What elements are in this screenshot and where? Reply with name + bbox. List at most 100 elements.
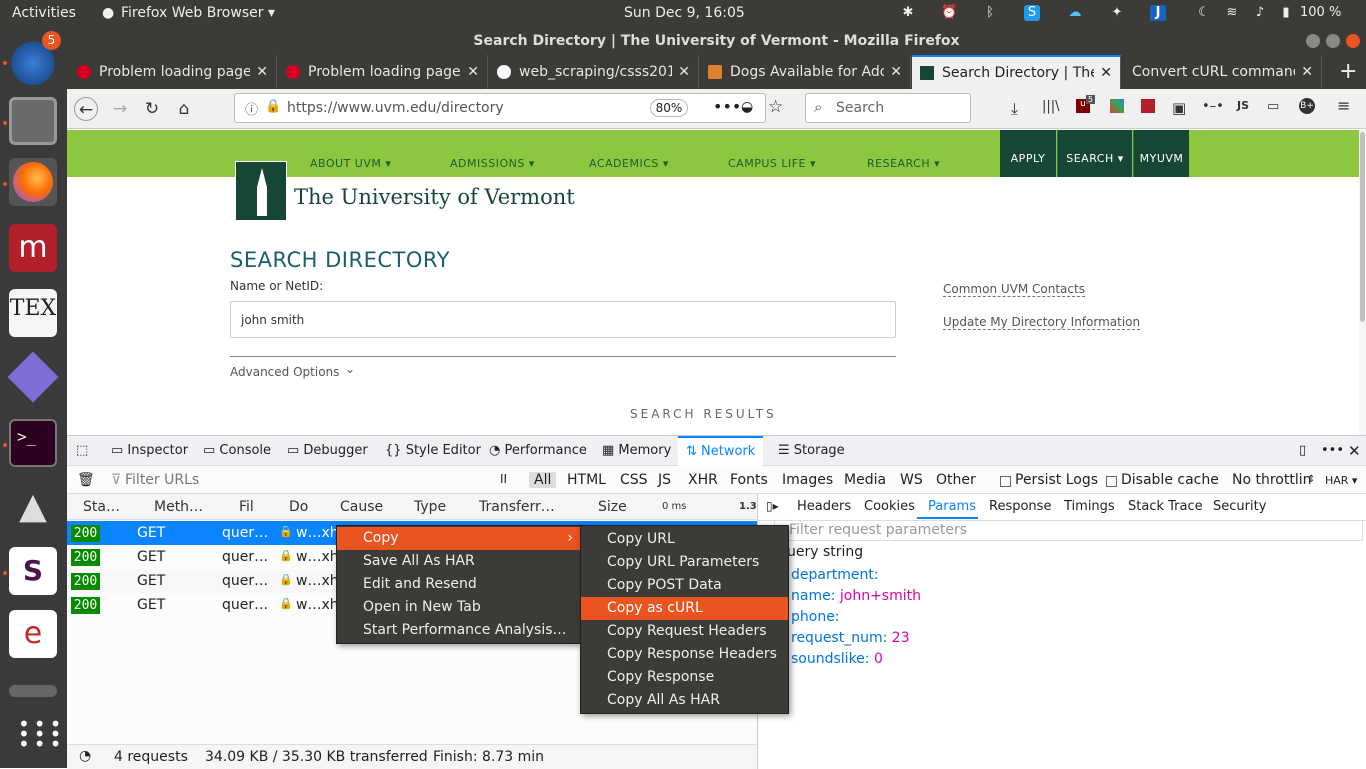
url-bar[interactable]: ⓘ 🔒 https://www.uvm.edu/directory 80% ••…	[234, 93, 783, 123]
terminal-icon[interactable]: >_	[9, 419, 57, 467]
trash-icon[interactable]: 🗑	[77, 472, 95, 488]
pycharm-icon[interactable]	[7, 351, 59, 403]
filter-xhr[interactable]: XHR	[688, 472, 718, 488]
close-tab-icon[interactable]: ✕	[467, 55, 479, 89]
close-tab-icon[interactable]: ✕	[890, 55, 902, 89]
filter-css[interactable]: CSS	[620, 472, 648, 488]
home-button[interactable]: ⌂	[172, 97, 196, 121]
hamburger-menu-icon[interactable]: ≡	[1337, 96, 1350, 115]
alarm-clock-icon[interactable]: ⏰	[941, 5, 957, 21]
skype-icon[interactable]: S	[1024, 5, 1040, 21]
dock-side-icon[interactable]: ▯	[1299, 436, 1306, 466]
details-tab-timings[interactable]: Timings	[1064, 499, 1115, 514]
throttling-select[interactable]: No throttlin	[1232, 472, 1312, 488]
persist-logs-label[interactable]: Persist Logs	[1015, 472, 1098, 488]
show-applications-icon[interactable]: ••• ••• •••	[18, 714, 61, 754]
advanced-options-toggle[interactable]: Advanced Options	[230, 365, 339, 379]
url-text[interactable]: https://www.uvm.edu/directory	[287, 100, 504, 116]
menu-item-copy-all-har[interactable]: Copy All As HAR	[581, 689, 788, 712]
library-icon[interactable]: |||\	[1042, 99, 1060, 114]
more-options-icon[interactable]: •••	[1321, 436, 1344, 466]
firefox-dock-icon[interactable]	[9, 158, 57, 206]
scrollbar-thumb[interactable]	[1360, 132, 1365, 322]
close-tab-icon[interactable]: ✕	[1100, 57, 1112, 89]
close-tab-icon[interactable]: ✕	[678, 55, 690, 89]
param-row[interactable]: soundslike: 0	[791, 651, 883, 667]
tab-storage[interactable]: ☰ Storage	[778, 436, 845, 466]
pause-button[interactable]: II	[500, 472, 507, 486]
downloads-icon[interactable]: ⤓	[1011, 99, 1018, 119]
page-actions-icon[interactable]: •••	[713, 97, 741, 116]
tab-1[interactable]: Problem loading page ✕	[278, 55, 488, 89]
page-scrollbar[interactable]	[1359, 130, 1366, 435]
col-method[interactable]: Meth…	[154, 499, 203, 515]
pocket-icon[interactable]: ◒	[741, 99, 753, 115]
bookmark-star-icon[interactable]: ☆	[768, 97, 783, 117]
col-cause[interactable]: Cause	[340, 499, 383, 515]
menu-item-copy-as-curl[interactable]: Copy as cURL	[581, 597, 788, 620]
update-directory-link[interactable]: Update My Directory Information	[943, 315, 1141, 330]
menu-item-copy-url-params[interactable]: Copy URL Parameters	[581, 551, 788, 574]
reading-list-icon[interactable]: ▭	[1267, 99, 1279, 114]
uvm-logo-icon[interactable]	[235, 161, 287, 221]
apply-button[interactable]: APPLY	[1000, 130, 1056, 177]
activities-button[interactable]: Activities	[12, 5, 76, 21]
filter-all[interactable]: All	[529, 472, 557, 488]
battery-icon[interactable]: ▮	[1278, 5, 1294, 21]
details-tab-stack-trace[interactable]: Stack Trace	[1128, 499, 1203, 514]
details-tab-params[interactable]: Params	[928, 499, 976, 514]
info-icon[interactable]: ⓘ	[245, 99, 258, 118]
chevron-down-icon[interactable]: ⌄	[345, 362, 355, 376]
battery-percent[interactable]: 100 %	[1300, 5, 1341, 20]
files-icon[interactable]	[9, 97, 57, 145]
minimize-button[interactable]	[1306, 34, 1320, 48]
element-picker-icon[interactable]: ⬚	[76, 436, 88, 466]
menu-item-save-har[interactable]: Save All As HAR	[337, 550, 581, 573]
dock-partial-icon[interactable]	[9, 685, 57, 697]
tab-inspector[interactable]: ▭ Inspector	[111, 436, 188, 466]
forward-button[interactable]: →	[108, 97, 132, 121]
har-menu[interactable]: HAR ▾	[1325, 474, 1357, 487]
menu-item-copy-request-headers[interactable]: Copy Request Headers	[581, 620, 788, 643]
maximize-button[interactable]	[1326, 34, 1340, 48]
slack-icon[interactable]: S	[9, 547, 57, 595]
filter-html[interactable]: HTML	[567, 472, 606, 488]
myuvm-button[interactable]: MYUVM	[1133, 130, 1189, 177]
tab-debugger[interactable]: ▭ Debugger	[287, 436, 368, 466]
volume-icon[interactable]: ♪	[1252, 5, 1268, 21]
night-light-icon[interactable]: ☾	[1196, 5, 1212, 21]
menu-item-perf-analysis[interactable]: Start Performance Analysis…	[337, 619, 581, 642]
uvm-wordmark[interactable]: The University of Vermont	[294, 185, 575, 209]
app-menu[interactable]: Firefox Web Browser ▾	[121, 5, 275, 21]
col-type[interactable]: Type	[414, 499, 446, 515]
reader-view-icon[interactable]: ▣	[1172, 99, 1186, 117]
disable-cache-label[interactable]: Disable cache	[1121, 472, 1219, 488]
details-tab-response[interactable]: Response	[989, 499, 1051, 514]
disable-cache-checkbox[interactable]	[1106, 476, 1117, 487]
close-tab-icon[interactable]: ✕	[1301, 55, 1313, 89]
menu-item-copy-url[interactable]: Copy URL	[581, 528, 788, 551]
menu-item-open-new-tab[interactable]: Open in New Tab	[337, 596, 581, 619]
nav-campus-life[interactable]: CAMPUS LIFE ▾	[728, 157, 816, 170]
mendeley-extension-icon[interactable]	[1141, 99, 1155, 113]
persist-logs-checkbox[interactable]	[1000, 476, 1011, 487]
search-bar[interactable]: ⌕ Search	[805, 93, 971, 123]
col-file[interactable]: Fil	[239, 499, 254, 515]
tab-style-editor[interactable]: {} Style Editor	[385, 436, 481, 466]
tab-4-active[interactable]: Search Directory | The U ✕	[912, 55, 1121, 89]
col-status[interactable]: Sta…	[83, 499, 120, 515]
filter-ws[interactable]: WS	[900, 472, 923, 488]
settings-indicator-icon[interactable]: ✱	[900, 5, 916, 21]
javascript-toggle[interactable]: JS	[1237, 99, 1249, 112]
toggle-panel-icon[interactable]: ▯▸	[766, 499, 779, 513]
nav-about[interactable]: ABOUT UVM ▾	[310, 157, 391, 170]
tab-performance[interactable]: ◔ Performance	[489, 436, 587, 466]
clock[interactable]: Sun Dec 9, 16:05	[624, 5, 745, 21]
col-domain[interactable]: Do	[289, 499, 308, 515]
tab-5[interactable]: Convert cURL command s ✕	[1122, 55, 1322, 89]
filter-other[interactable]: Other	[936, 472, 976, 488]
query-string-title[interactable]: uery string	[787, 544, 863, 560]
common-contacts-link[interactable]: Common UVM Contacts	[943, 282, 1085, 297]
nav-admissions[interactable]: ADMISSIONS ▾	[450, 157, 535, 170]
throttling-arrow-icon[interactable]: ⇕	[1307, 474, 1315, 485]
